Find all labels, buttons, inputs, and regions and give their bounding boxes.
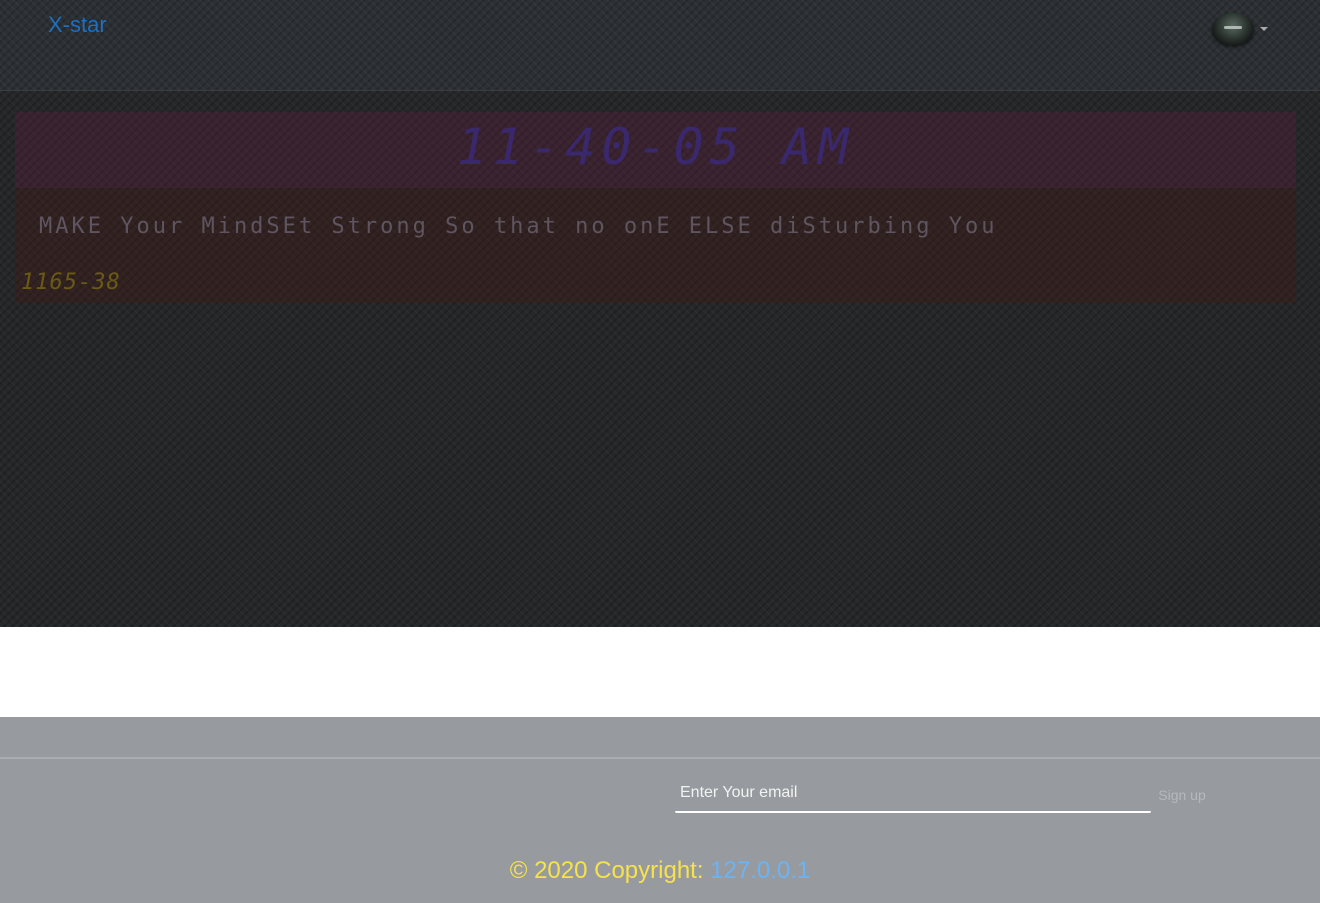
user-avatar-icon[interactable] bbox=[1212, 13, 1254, 45]
brand-link[interactable]: X-star bbox=[48, 12, 107, 38]
navbar: X-star bbox=[0, 0, 1320, 91]
copyright-link[interactable]: 127.0.0.1 bbox=[710, 857, 810, 884]
copyright: © 2020 Copyright: 127.0.0.1 bbox=[0, 857, 1320, 885]
clock-band: 11-40-05 AM bbox=[15, 112, 1296, 188]
footer-divider bbox=[0, 757, 1320, 759]
user-menu-toggle[interactable] bbox=[1212, 13, 1268, 45]
motivational-quote: MAKE Your MindSEt Strong So that no onE … bbox=[39, 214, 998, 239]
signup-button[interactable]: Sign up bbox=[1150, 783, 1214, 807]
digital-code: 1165-38 bbox=[21, 270, 121, 295]
content-spacer bbox=[0, 627, 1320, 717]
caret-down-icon[interactable] bbox=[1260, 27, 1268, 31]
hero-section: 11-40-05 AM MAKE Your MindSEt Strong So … bbox=[0, 91, 1320, 627]
digital-clock: 11-40-05 AM bbox=[456, 118, 855, 176]
email-field[interactable] bbox=[675, 775, 1151, 813]
quote-band: MAKE Your MindSEt Strong So that no onE … bbox=[15, 188, 1296, 303]
copyright-text: © 2020 Copyright: bbox=[509, 857, 711, 884]
footer: Sign up © 2020 Copyright: 127.0.0.1 bbox=[0, 717, 1320, 903]
